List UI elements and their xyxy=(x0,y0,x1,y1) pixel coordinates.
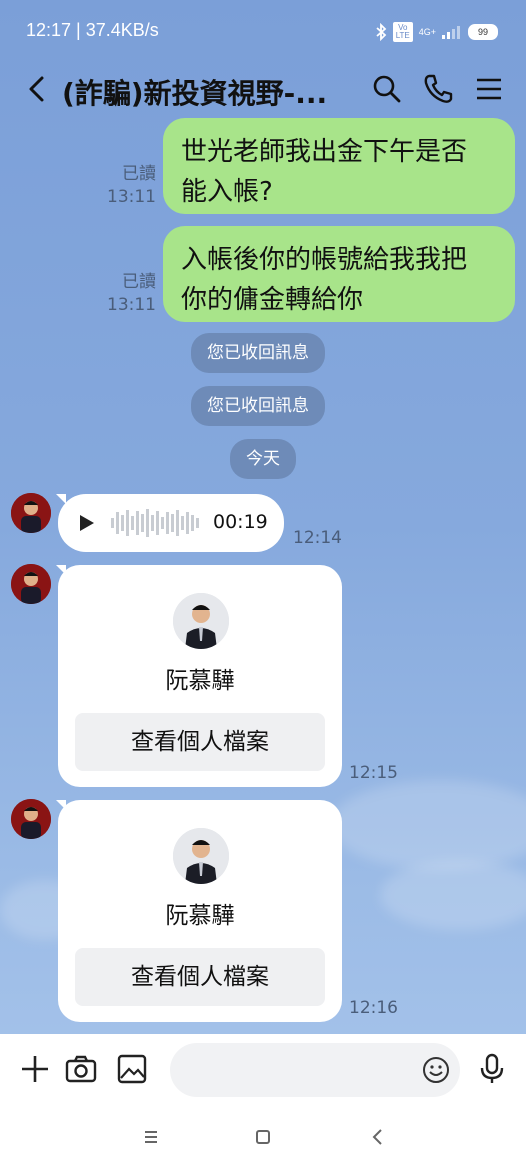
contact-name: 阮慕驊 xyxy=(165,668,235,694)
network-type: 4G+ xyxy=(418,27,436,37)
contact-card[interactable]: 阮慕驊 查看個人檔案 xyxy=(58,800,342,1022)
status-time: 12:17 | 37.4KB/s xyxy=(26,20,159,40)
message-time: 13:11 xyxy=(107,187,156,207)
voice-message[interactable]: 00:19 xyxy=(58,494,284,552)
phone-icon[interactable] xyxy=(421,72,455,106)
volte-icon: Vo LTE xyxy=(392,22,413,42)
microphone-icon[interactable] xyxy=(475,1052,509,1086)
cloud-decoration xyxy=(380,860,526,930)
system-message-recalled: 您已收回訊息 xyxy=(191,333,325,373)
avatar[interactable] xyxy=(11,564,51,604)
message-time: 12:15 xyxy=(349,763,398,783)
contact-photo xyxy=(173,828,229,884)
chat-header: (詐騙)新投資視野-... xyxy=(0,62,526,116)
plus-icon[interactable] xyxy=(18,1052,52,1086)
battery-icon: 99 xyxy=(468,24,498,40)
outgoing-message[interactable]: 入帳後你的帳號給我我把 你的傭金轉給你 xyxy=(163,226,515,322)
view-profile-button[interactable]: 查看個人檔案 xyxy=(75,948,325,1006)
image-icon[interactable] xyxy=(115,1052,149,1086)
avatar[interactable] xyxy=(11,493,51,533)
voice-duration: 00:19 xyxy=(213,511,268,533)
bluetooth-icon xyxy=(376,23,387,41)
read-receipt: 已讀 xyxy=(122,272,156,292)
message-time: 12:14 xyxy=(293,528,342,548)
cloud-decoration xyxy=(330,780,526,870)
chat-title[interactable]: (詐騙)新投資視野-... xyxy=(62,72,327,112)
message-text-line: 世光老師我出金下午是否 xyxy=(181,137,468,167)
outgoing-message[interactable]: 世光老師我出金下午是否 能入帳? xyxy=(163,118,515,214)
message-meta: 已讀 13:11 xyxy=(100,271,156,317)
menu-icon[interactable] xyxy=(472,72,506,106)
play-icon[interactable] xyxy=(78,514,96,532)
camera-icon[interactable] xyxy=(64,1052,98,1086)
message-text-line: 入帳後你的帳號給我我把 xyxy=(181,245,468,275)
input-bar xyxy=(0,1034,526,1106)
avatar[interactable] xyxy=(11,799,51,839)
message-text-line: 你的傭金轉給你 xyxy=(181,285,364,315)
message-input[interactable] xyxy=(170,1043,460,1097)
message-text-line: 能入帳? xyxy=(181,177,273,207)
contact-card[interactable]: 阮慕驊 查看個人檔案 xyxy=(58,565,342,787)
home-icon[interactable] xyxy=(249,1124,277,1150)
waveform-icon xyxy=(111,509,199,537)
back-nav-icon[interactable] xyxy=(364,1124,392,1150)
message-meta: 已讀 13:11 xyxy=(100,163,156,209)
system-message-recalled: 您已收回訊息 xyxy=(191,386,325,426)
recent-apps-icon[interactable] xyxy=(137,1124,165,1150)
message-time: 13:11 xyxy=(107,295,156,315)
read-receipt: 已讀 xyxy=(122,164,156,184)
signal-icon xyxy=(442,26,460,39)
emoji-icon[interactable] xyxy=(422,1056,450,1084)
back-arrow-icon[interactable] xyxy=(22,72,52,106)
system-nav-bar xyxy=(0,1106,526,1168)
message-time: 12:16 xyxy=(349,998,398,1018)
date-separator: 今天 xyxy=(230,439,296,479)
view-profile-button[interactable]: 查看個人檔案 xyxy=(75,713,325,771)
status-bar: 12:17 | 37.4KB/s Vo LTE 4G+ 99 xyxy=(0,0,526,62)
search-icon[interactable] xyxy=(370,72,404,106)
contact-name: 阮慕驊 xyxy=(165,903,235,929)
contact-photo xyxy=(173,593,229,649)
